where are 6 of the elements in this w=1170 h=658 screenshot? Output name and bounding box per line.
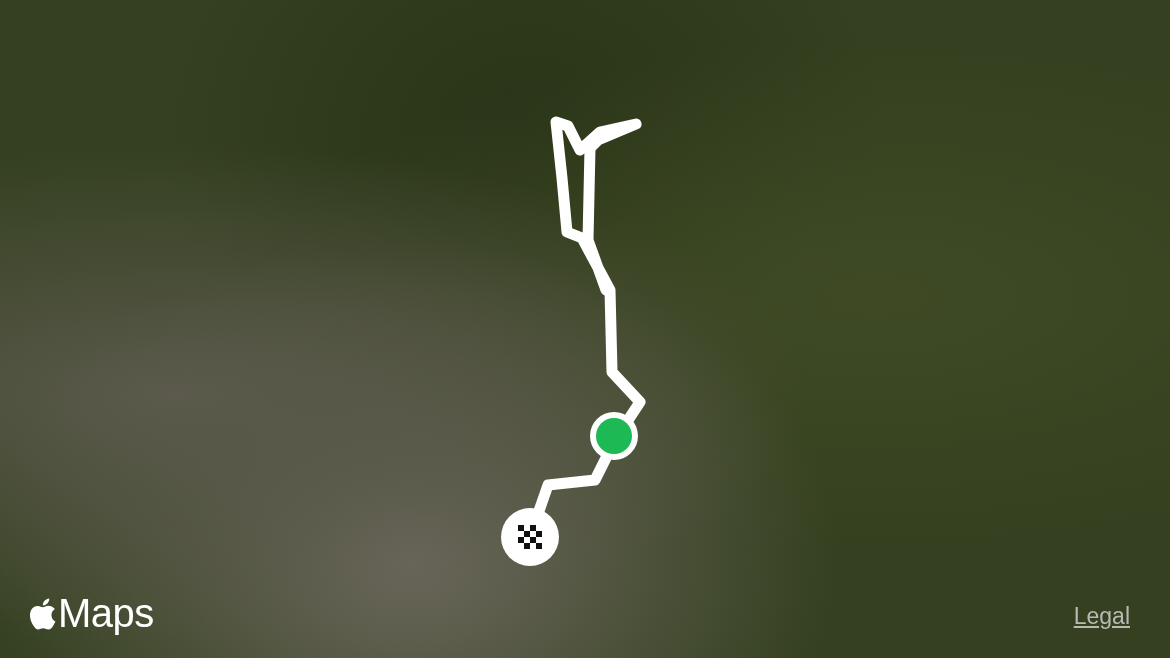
start-marker-icon xyxy=(590,412,638,460)
apple-logo-icon xyxy=(30,597,56,630)
satellite-map[interactable]: Maps Legal xyxy=(0,0,1170,658)
maps-logo-text: Maps xyxy=(58,591,154,636)
checkered-flag-icon xyxy=(501,508,559,566)
legal-link[interactable]: Legal xyxy=(1073,603,1130,630)
